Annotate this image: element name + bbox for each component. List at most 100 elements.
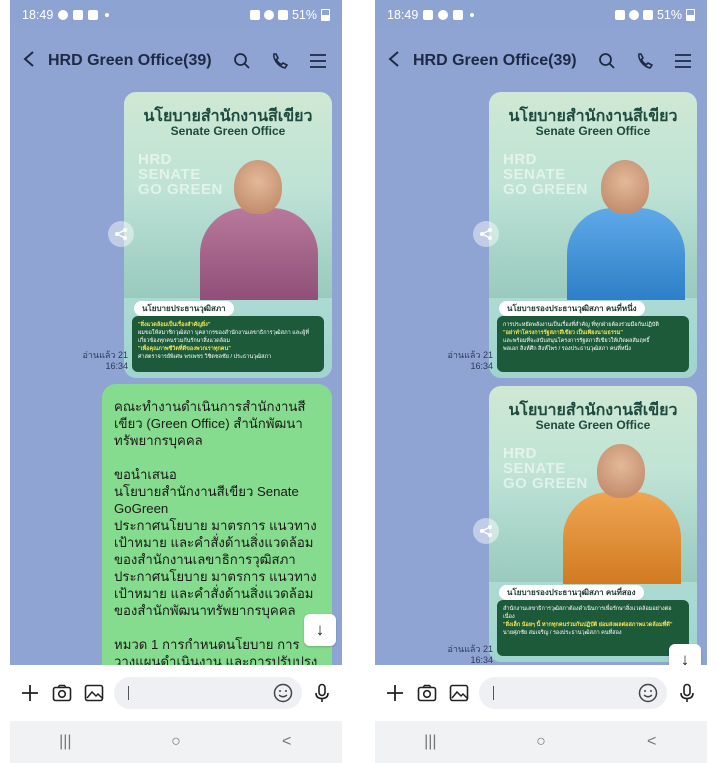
share-icon[interactable] [473, 518, 499, 544]
battery-percent: 51% [291, 8, 317, 22]
system-nav-bar: ||| ○ < [375, 721, 707, 763]
poster-name-plate: นโยบายรองประธานวุฒิสภา คนที่สอง [499, 585, 644, 600]
status-time: 18:49 [387, 8, 419, 22]
poster-signature: พลเอก สิงห์ศึก สิงห์ไพร / รองประธานวุฒิส… [503, 346, 631, 352]
recent-apps-button[interactable]: ||| [410, 733, 450, 751]
chat-header: HRD Green Office(39) [10, 30, 342, 92]
share-icon[interactable] [473, 221, 499, 247]
arrow-down-icon: ↓ [315, 620, 325, 639]
alarm-icon [249, 10, 260, 20]
poster-body: ผมขอให้สมาชิกวุฒิสภา บุคลากรของสำนักงานเ… [138, 330, 309, 344]
home-button[interactable]: ○ [156, 733, 196, 751]
back-icon[interactable] [387, 48, 413, 74]
plus-icon[interactable] [383, 681, 407, 705]
message-input-wrap [479, 677, 667, 709]
camera-icon[interactable] [415, 681, 439, 705]
emoji-icon[interactable] [637, 682, 659, 704]
phone-icon[interactable] [268, 49, 292, 73]
portrait-photo [567, 160, 685, 300]
emoji-icon[interactable] [272, 682, 294, 704]
battery-icon [321, 9, 330, 21]
text-caret [128, 686, 129, 700]
read-label: อ่านแล้ว 21 [447, 350, 494, 360]
arrow-down-icon: ↓ [680, 650, 690, 665]
message-paragraph: คณะทำงานดำเนินการสำนักงานสีเขียว (Green … [114, 399, 306, 448]
poster-quote: "สิ่งแวดล้อมเป็นเรื่องสำคัญยิ่ง" [138, 322, 211, 328]
image-icon[interactable] [447, 681, 471, 705]
home-button[interactable]: ○ [521, 733, 561, 751]
notification-icon [58, 10, 69, 20]
mic-icon[interactable] [675, 681, 699, 705]
phone-screen-right: 18:49 51% HRD Green Office(39) HRD SENAT… [375, 0, 707, 763]
message-time: 16:34 [470, 655, 493, 665]
chat-header: HRD Green Office(39) [375, 30, 707, 92]
search-icon[interactable] [230, 49, 254, 73]
message-input-bar [10, 665, 342, 721]
poster-signature: นายศุภชัย สมเจริญ / รองประธานวุฒิสภา คนท… [503, 630, 622, 636]
search-icon[interactable] [595, 49, 619, 73]
alarm-icon [614, 10, 625, 20]
scroll-to-bottom-button[interactable]: ↓ [669, 644, 701, 665]
phone-screen-left: 18:49 51% HRD Green Office(39) HRD SENAT… [10, 0, 342, 763]
poster-body-2: และพร้อมที่จะสนับสนุนโครงการรัฐสภาสีเขีย… [503, 338, 650, 344]
menu-icon[interactable] [306, 49, 330, 73]
mute-icon [263, 10, 274, 20]
plus-icon[interactable] [18, 681, 42, 705]
read-label: อ่านแล้ว 21 [447, 644, 494, 654]
poster-quote-box: สำนักงานเลขาธิการวุฒิสภาต้องดำเนินการเพื… [497, 600, 689, 656]
poster-english-title: Senate Green Office [170, 124, 286, 138]
poster-name-plate: นโยบายรองประธานวุฒิสภา คนที่หนึ่ง [499, 301, 645, 316]
mic-icon[interactable] [310, 681, 334, 705]
poster-quote-box: การประหยัดพลังงานเป็นเรื่องที่สำคัญ ที่ท… [497, 316, 689, 372]
scroll-to-bottom-button[interactable]: ↓ [304, 614, 336, 646]
camera-icon[interactable] [50, 681, 74, 705]
message-paragraph: หมวด 1 การกำหนดนโยบาย การวางแผนดำเนินงาน… [114, 637, 318, 665]
portrait-photo [563, 444, 681, 584]
signal-icon [642, 10, 653, 20]
read-receipt: อ่านแล้ว 21 16:34 [78, 350, 129, 372]
text-message[interactable]: คณะทำงานดำเนินการสำนักงานสีเขียว (Green … [102, 384, 332, 665]
phone-icon[interactable] [633, 49, 657, 73]
battery-icon [686, 9, 695, 21]
message-input-bar [375, 665, 707, 721]
poster-body: การประหยัดพลังงานเป็นเรื่องที่สำคัญ ที่ท… [503, 322, 659, 328]
recent-apps-button[interactable]: ||| [45, 733, 85, 751]
poster-quote: "อย่าทำโครงการรัฐสภาสีเขียว เป็นเพียงนาม… [503, 330, 623, 336]
youtube-notification-icon [88, 10, 99, 20]
battery-percent: 51% [656, 8, 682, 22]
chat-title: HRD Green Office(39) [413, 52, 577, 69]
status-bar: 18:49 51% [375, 0, 707, 30]
notification-icon [438, 10, 449, 20]
back-button[interactable]: < [632, 733, 672, 751]
message-time: 16:34 [105, 361, 128, 371]
image-message[interactable]: HRD SENATE GO GREEN นโยบายสำนักงานสีเขีย… [489, 386, 697, 662]
more-notifications-icon [470, 13, 475, 17]
more-notifications-icon [105, 13, 110, 17]
poster-english-title: Senate Green Office [535, 418, 651, 432]
chat-area[interactable]: HRD SENATE GO GREEN นโยบายสำนักงานสีเขีย… [10, 92, 342, 665]
poster-quote-box: "สิ่งแวดล้อมเป็นเรื่องสำคัญยิ่ง" ผมขอให้… [132, 316, 324, 372]
image-message[interactable]: HRD SENATE GO GREEN นโยบายสำนักงานสีเขีย… [124, 92, 332, 378]
back-button[interactable]: < [267, 733, 307, 751]
message-input-wrap [114, 677, 302, 709]
gallery-notification-icon [73, 10, 84, 20]
system-nav-bar: ||| ○ < [10, 721, 342, 763]
status-bar: 18:49 51% [10, 0, 342, 30]
message-time: 16:34 [470, 361, 493, 371]
read-label: อ่านแล้ว 21 [82, 350, 129, 360]
read-receipt: อ่านแล้ว 21 16:34 [443, 644, 494, 665]
chat-area[interactable]: HRD SENATE GO GREEN นโยบายสำนักงานสีเขีย… [375, 92, 707, 665]
back-icon[interactable] [22, 48, 48, 74]
text-caret [493, 686, 494, 700]
portrait-photo [200, 160, 318, 300]
signal-icon [277, 10, 288, 20]
poster-body: สำนักงานเลขาธิการวุฒิสภาต้องดำเนินการเพื… [503, 606, 672, 620]
share-icon[interactable] [108, 221, 134, 247]
menu-icon[interactable] [671, 49, 695, 73]
image-message[interactable]: HRD SENATE GO GREEN นโยบายสำนักงานสีเขีย… [489, 92, 697, 378]
youtube-notification-icon [453, 10, 464, 20]
image-icon[interactable] [82, 681, 106, 705]
poster-english-title: Senate Green Office [535, 124, 651, 138]
chat-title: HRD Green Office(39) [48, 52, 212, 69]
gallery-notification-icon [423, 10, 434, 20]
